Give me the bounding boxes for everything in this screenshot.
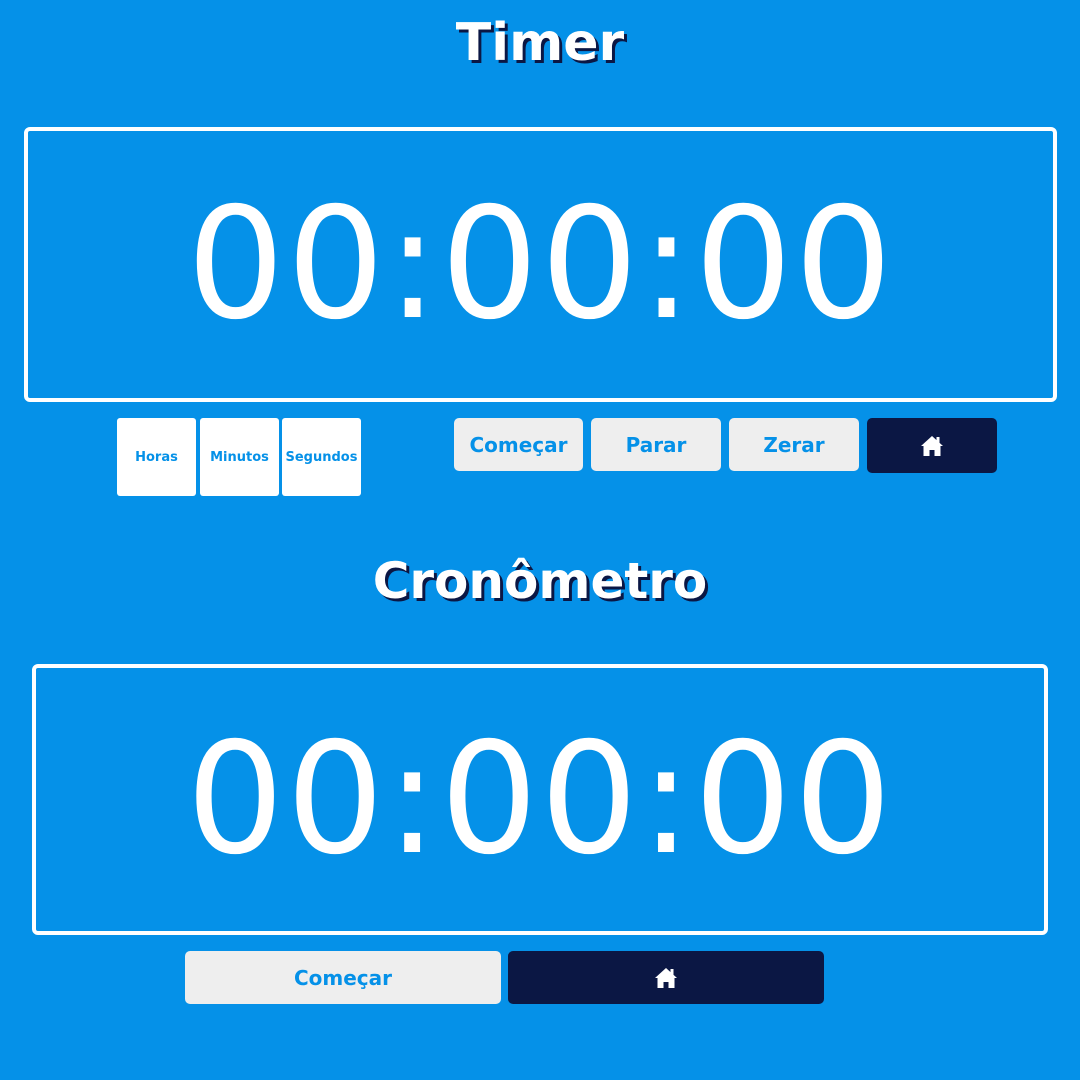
stopwatch-title: Cronômetro	[372, 552, 708, 610]
timer-stop-button[interactable]: Parar	[591, 418, 721, 471]
page: Timer 00:00:00 Horas Minutos Segundos Co…	[0, 0, 1080, 1080]
timer-display: 00:00:00	[186, 174, 895, 354]
home-icon	[654, 967, 678, 989]
minutes-button[interactable]: Minutos	[200, 418, 279, 496]
seconds-button[interactable]: Segundos	[282, 418, 361, 496]
timer-title: Timer	[455, 13, 625, 73]
timer-display-panel: 00:00:00	[24, 127, 1057, 402]
home-icon	[920, 435, 944, 457]
hours-button[interactable]: Horas	[117, 418, 196, 496]
stopwatch-display-panel: 00:00:00	[32, 664, 1048, 935]
timer-start-button[interactable]: Começar	[454, 418, 583, 471]
timer-home-button[interactable]	[867, 418, 997, 473]
stopwatch-start-button[interactable]: Começar	[185, 951, 501, 1004]
stopwatch-display: 00:00:00	[186, 709, 894, 889]
timer-reset-button[interactable]: Zerar	[729, 418, 859, 471]
stopwatch-home-button[interactable]	[508, 951, 824, 1004]
